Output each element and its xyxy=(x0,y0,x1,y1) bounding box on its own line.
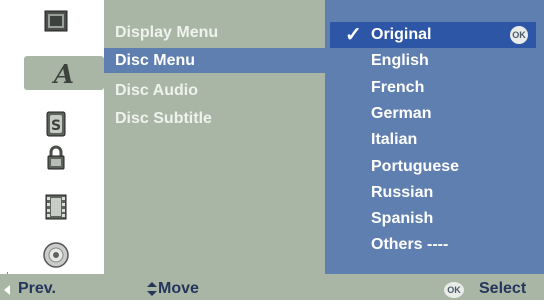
up-down-arrow-icon xyxy=(147,282,157,296)
menu-item-disc-audio[interactable]: Disc Audio xyxy=(104,78,325,103)
ok-button-icon: OK xyxy=(444,282,464,298)
film-icon xyxy=(45,194,67,220)
display-icon xyxy=(44,10,68,32)
option-english[interactable]: English xyxy=(330,48,544,74)
disc-icon xyxy=(43,242,69,268)
menu-item-disc-subtitle[interactable]: Disc Subtitle xyxy=(104,106,325,131)
option-italian[interactable]: Italian xyxy=(330,127,544,153)
audio-icon: S xyxy=(46,111,66,137)
left-arrow-icon xyxy=(4,285,10,295)
option-label: Original xyxy=(371,26,432,43)
film-category[interactable] xyxy=(32,190,80,224)
lock-icon xyxy=(47,145,65,170)
disc-category[interactable] xyxy=(32,238,80,272)
dvd-setup-screen: A S Display Menu Disc Menu Disc Audio Di… xyxy=(0,0,544,300)
option-portuguese[interactable]: Portuguese xyxy=(330,154,544,180)
svg-text:A: A xyxy=(51,60,74,88)
checkmark-icon: ✓ xyxy=(345,24,362,46)
language-icon: A xyxy=(51,60,74,88)
svg-text:S: S xyxy=(51,118,61,134)
category-icon-column: A S xyxy=(8,0,104,274)
language-option-list: ✓ Original OK English French German Ital… xyxy=(325,0,544,274)
ok-button-icon: OK xyxy=(510,26,528,44)
audio-category[interactable]: S xyxy=(32,107,80,141)
language-category[interactable]: A xyxy=(24,56,104,90)
option-german[interactable]: German xyxy=(330,101,544,127)
option-spanish[interactable]: Spanish xyxy=(330,206,544,232)
bottom-help-bar: Prev. Move OK Select xyxy=(0,274,544,300)
setup-menu-list: Display Menu Disc Menu Disc Audio Disc S… xyxy=(104,0,325,274)
display-category[interactable] xyxy=(32,5,80,39)
menu-item-display-menu[interactable]: Display Menu xyxy=(104,20,325,45)
option-others[interactable]: Others ---- xyxy=(330,232,544,258)
option-french[interactable]: French xyxy=(330,75,544,101)
menu-item-disc-menu[interactable]: Disc Menu xyxy=(104,48,325,73)
option-russian[interactable]: Russian xyxy=(330,180,544,206)
lock-category[interactable] xyxy=(32,140,80,174)
option-original[interactable]: ✓ Original OK xyxy=(330,22,536,48)
